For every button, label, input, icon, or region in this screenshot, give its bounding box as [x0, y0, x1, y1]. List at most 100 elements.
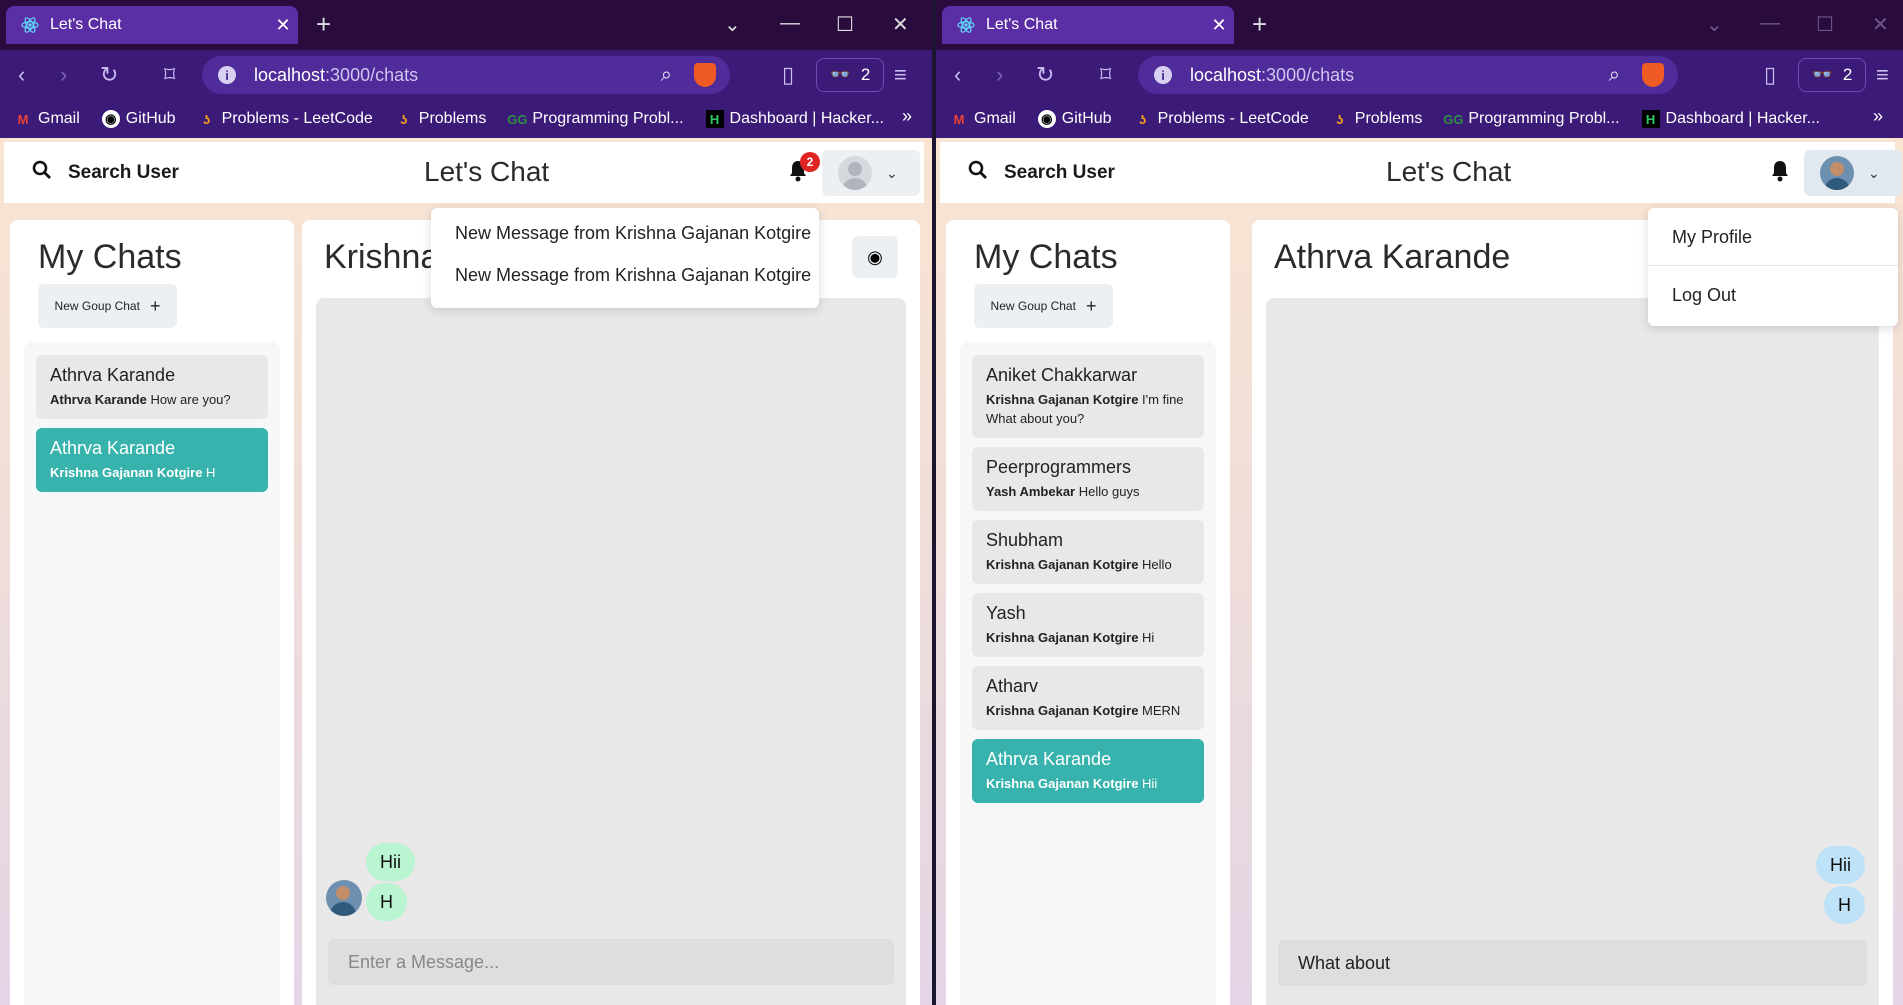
- sidebar-icon[interactable]: ▯: [1764, 63, 1776, 87]
- view-profile-button[interactable]: ◉: [852, 236, 898, 278]
- chat-title: Athrva Karande: [1274, 238, 1511, 276]
- chat-item[interactable]: Peerprogrammers Yash Ambekar Hello guys: [972, 447, 1204, 511]
- bookmark-label: Dashboard | Hacker...: [729, 110, 884, 127]
- tab-lets-chat[interactable]: Let's Chat ✕: [942, 6, 1234, 44]
- gfg-icon: GG: [1443, 111, 1464, 127]
- back-icon[interactable]: ‹: [18, 63, 25, 87]
- bookmark-icon[interactable]: ⌑: [1100, 63, 1111, 87]
- bookmark-hackerrank[interactable]: H Dashboard | Hacker...: [705, 110, 884, 128]
- bookmark-label: GitHub: [125, 110, 176, 127]
- bookmark-gfg[interactable]: GG Programming Probl...: [1443, 110, 1619, 128]
- menu-icon[interactable]: ≡: [894, 63, 907, 87]
- search-user-button[interactable]: Search User: [940, 160, 1115, 186]
- new-group-chat-button[interactable]: New Goup Chat +: [38, 284, 177, 328]
- chat-item-selected[interactable]: Athrva Karande Krishna Gajanan Kotgire H…: [972, 739, 1204, 803]
- bookmarks-bar: M Gmail ◉ GitHub ʖ Problems - LeetCode ʖ Pro…: [936, 100, 1903, 138]
- profile-dropdown: My Profile Log Out: [1648, 208, 1898, 326]
- minimize-icon[interactable]: —: [1760, 12, 1780, 35]
- menu-icon[interactable]: ≡: [1876, 63, 1889, 87]
- zoom-icon[interactable]: ⌕: [661, 64, 672, 87]
- tab-search-icon[interactable]: ⌄: [1706, 12, 1723, 37]
- reload-icon[interactable]: ↻: [100, 63, 118, 87]
- notifications-dropdown: New Message from Krishna Gajanan Kotgire…: [431, 208, 819, 308]
- brave-shield-icon[interactable]: [1642, 63, 1664, 87]
- close-window-icon[interactable]: ✕: [892, 12, 909, 37]
- chat-item[interactable]: Athrva Karande Athrva Karande How are yo…: [36, 355, 268, 419]
- notification-bell-icon[interactable]: 2: [788, 152, 820, 188]
- chat-sender: Krishna Gajanan Kotgire: [986, 630, 1139, 645]
- new-group-chat-button[interactable]: New Goup Chat +: [974, 284, 1113, 328]
- tab-search-icon[interactable]: ⌄: [724, 12, 741, 37]
- sidebar-icon[interactable]: ▯: [782, 63, 794, 87]
- profile-menu-button[interactable]: ⌄: [1804, 150, 1902, 196]
- browser-toolbar: ‹ › ↻ ⌑ i localhost:3000/chats ⌕ ▯ 👓 2 ≡: [0, 50, 932, 100]
- more-bookmarks-icon[interactable]: »: [1873, 106, 1883, 127]
- chat-item[interactable]: Aniket Chakkarwar Krishna Gajanan Kotgir…: [972, 355, 1204, 438]
- bookmark-gfg[interactable]: GG Programming Probl...: [507, 110, 683, 128]
- minimize-icon[interactable]: —: [780, 12, 800, 35]
- extensions-button[interactable]: 👓 2: [816, 58, 884, 92]
- search-icon: [32, 160, 52, 186]
- tab-bar: Let's Chat ✕ + ⌄ — ☐ ✕: [0, 0, 932, 50]
- message-bubble: H: [366, 883, 407, 921]
- chat-name: Peerprogrammers: [986, 457, 1132, 477]
- address-bar[interactable]: i localhost:3000/chats ⌕: [202, 56, 730, 94]
- bookmark-github[interactable]: ◉ GitHub: [101, 110, 176, 128]
- extensions-button[interactable]: 👓 2: [1798, 58, 1866, 92]
- bookmark-leetcode[interactable]: ʖ Problems - LeetCode: [1134, 110, 1309, 128]
- close-tab-icon[interactable]: ✕: [1204, 15, 1234, 36]
- chat-item[interactable]: Atharv Krishna Gajanan Kotgire MERN: [972, 666, 1204, 730]
- glasses-icon: 👓: [829, 65, 851, 84]
- back-icon[interactable]: ‹: [954, 63, 961, 87]
- chat-item[interactable]: Yash Krishna Gajanan Kotgire Hi: [972, 593, 1204, 657]
- bookmark-label: Problems - LeetCode: [1157, 110, 1309, 127]
- maximize-icon[interactable]: ☐: [836, 12, 854, 37]
- tab-title: Let's Chat: [50, 16, 122, 33]
- message-input[interactable]: What about: [1278, 940, 1867, 986]
- profile-menu-button[interactable]: ⌄: [822, 150, 920, 196]
- chat-latest-message: Krishna Gajanan Kotgire I'm fine What ab…: [986, 390, 1190, 428]
- new-tab-icon[interactable]: +: [316, 10, 331, 38]
- chat-name: Yash: [986, 603, 1026, 623]
- chat-window-panel: Krishna Gajanan Kotgire ◉ Hii H Enter a …: [302, 220, 920, 1005]
- chat-name: Athrva Karande: [50, 365, 176, 385]
- notification-item[interactable]: New Message from Krishna Gajanan Kotgire: [431, 260, 819, 302]
- bookmark-hackerrank[interactable]: H Dashboard | Hacker...: [1641, 110, 1820, 128]
- log-out-menu-item[interactable]: Log Out: [1648, 266, 1898, 324]
- close-tab-icon[interactable]: ✕: [268, 15, 298, 36]
- tab-lets-chat[interactable]: Let's Chat ✕: [6, 6, 298, 44]
- message-bubble: H: [1824, 886, 1865, 924]
- new-tab-icon[interactable]: +: [1252, 10, 1267, 38]
- site-info-icon[interactable]: i: [1154, 66, 1172, 84]
- zoom-icon[interactable]: ⌕: [1609, 64, 1620, 87]
- reload-icon[interactable]: ↻: [1036, 63, 1054, 87]
- site-info-icon[interactable]: i: [218, 66, 236, 84]
- bookmark-problems[interactable]: ʖ Problems: [1331, 110, 1422, 128]
- bookmark-icon[interactable]: ⌑: [164, 63, 175, 87]
- close-window-icon[interactable]: ✕: [1872, 12, 1889, 37]
- more-bookmarks-icon[interactable]: »: [902, 106, 912, 127]
- notification-bell-icon[interactable]: [1770, 160, 1790, 188]
- sender-avatar: [326, 880, 362, 916]
- address-bar[interactable]: i localhost:3000/chats ⌕: [1138, 56, 1678, 94]
- chat-latest-message: Yash Ambekar Hello guys: [986, 482, 1190, 501]
- bookmark-problems[interactable]: ʖ Problems: [395, 110, 486, 128]
- forward-icon[interactable]: ›: [60, 63, 67, 87]
- notification-item[interactable]: New Message from Krishna Gajanan Kotgire: [431, 218, 819, 260]
- hackerrank-icon: H: [705, 110, 724, 128]
- message-input[interactable]: Enter a Message...: [328, 939, 894, 985]
- message-area: Hii H What about: [1266, 298, 1879, 1005]
- extensions-count: 2: [860, 65, 871, 84]
- brave-shield-icon[interactable]: [694, 63, 716, 87]
- url-host: localhost: [1190, 64, 1262, 85]
- chat-item-selected[interactable]: Athrva Karande Krishna Gajanan Kotgire H: [36, 428, 268, 492]
- my-profile-menu-item[interactable]: My Profile: [1648, 208, 1898, 266]
- bookmark-leetcode[interactable]: ʖ Problems - LeetCode: [198, 110, 373, 128]
- chat-item[interactable]: Shubham Krishna Gajanan Kotgire Hello: [972, 520, 1204, 584]
- bookmark-gmail[interactable]: M Gmail: [950, 110, 1016, 128]
- forward-icon[interactable]: ›: [996, 63, 1003, 87]
- bookmark-gmail[interactable]: M Gmail: [14, 110, 80, 128]
- bookmark-github[interactable]: ◉ GitHub: [1037, 110, 1112, 128]
- search-user-button[interactable]: Search User: [4, 160, 179, 186]
- maximize-icon[interactable]: ☐: [1816, 12, 1834, 37]
